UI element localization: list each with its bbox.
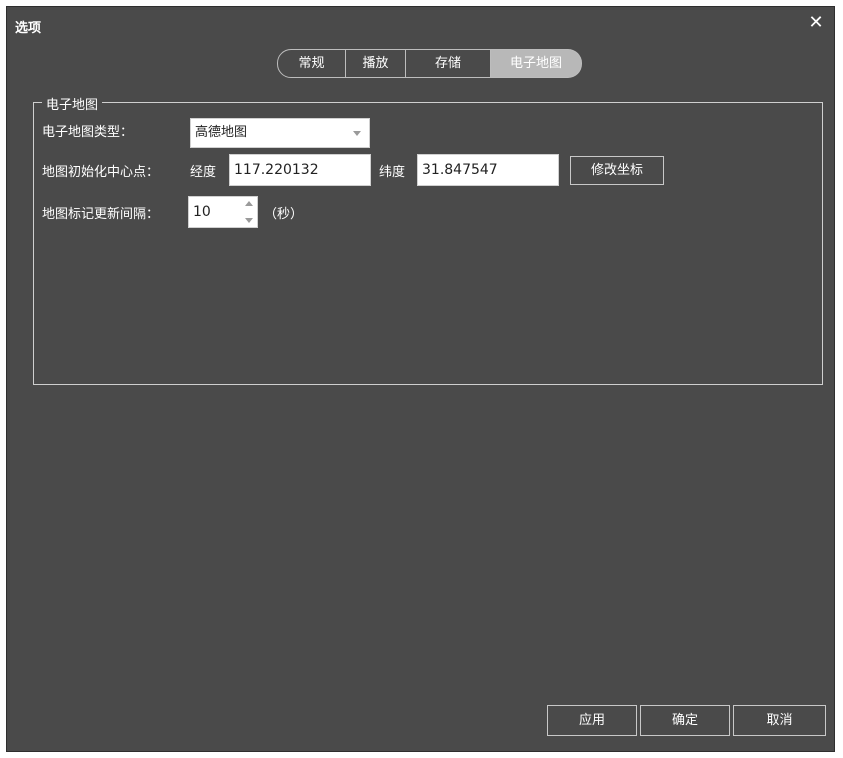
tab-bar: 常规 播放 存储 电子地图 [277,49,582,78]
title-bar: 选项 ✕ [7,7,834,43]
options-dialog: 选项 ✕ 常规 播放 存储 电子地图 电子地图 电子地图类型： 高德地图 地图初… [6,6,835,752]
tab-general[interactable]: 常规 [277,49,346,78]
map-type-label: 电子地图类型： [42,125,134,140]
map-type-select[interactable]: 高德地图 [190,118,370,148]
spin-down-icon[interactable] [245,218,253,223]
dialog-title: 选项 [15,21,42,36]
spin-up-icon[interactable] [245,201,253,206]
modify-coordinates-button[interactable]: 修改坐标 [570,156,664,185]
map-type-value: 高德地图 [195,125,248,140]
update-interval-spinbox[interactable]: 10 [188,196,258,228]
latitude-input[interactable]: 31.847547 [417,154,559,186]
latitude-label: 纬度 [379,165,406,180]
tab-electronic-map[interactable]: 电子地图 [491,49,582,78]
tab-storage[interactable]: 存储 [406,49,491,78]
group-title: 电子地图 [42,94,103,113]
ok-button[interactable]: 确定 [640,705,730,736]
close-icon[interactable]: ✕ [806,13,826,33]
chevron-down-icon [353,131,361,136]
cancel-button[interactable]: 取消 [733,705,826,736]
interval-unit-label: （秒） [264,207,304,222]
longitude-label: 经度 [190,165,217,180]
electronic-map-group: 电子地图 电子地图类型： 高德地图 地图初始化中心点： 经度 117.22013… [33,94,823,385]
center-point-label: 地图初始化中心点： [42,165,160,180]
update-interval-value: 10 [193,204,211,220]
tab-playback[interactable]: 播放 [346,49,406,78]
longitude-input[interactable]: 117.220132 [229,154,371,186]
spin-arrows[interactable] [245,201,253,223]
update-interval-label: 地图标记更新间隔： [42,207,160,222]
apply-button[interactable]: 应用 [547,705,637,736]
